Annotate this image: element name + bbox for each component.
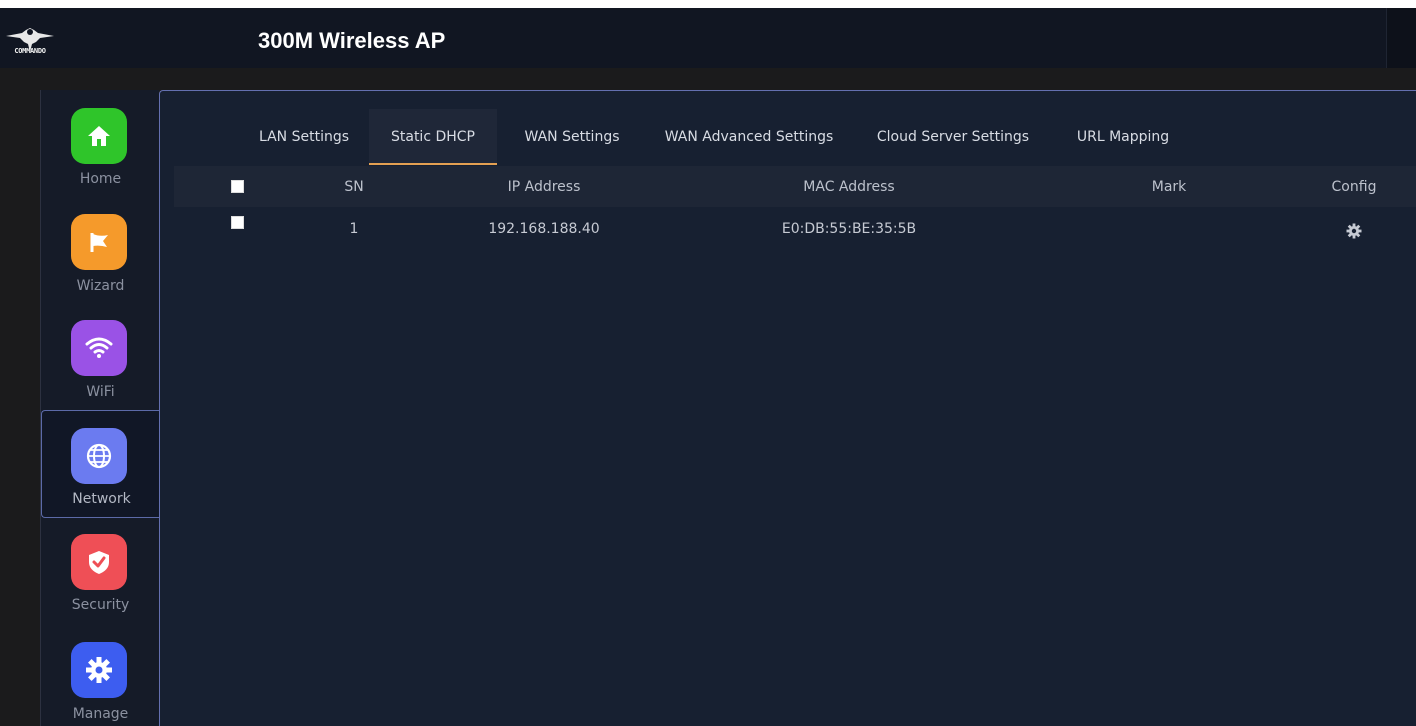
globe-icon: [71, 428, 127, 484]
wifi-icon: [71, 320, 127, 376]
tab-lan-settings[interactable]: LAN Settings: [246, 109, 362, 165]
tab-bar: LAN Settings Static DHCP WAN Settings WA…: [176, 109, 1416, 165]
column-header-mark: Mark: [1151, 178, 1187, 195]
tab-wan-settings[interactable]: WAN Settings: [516, 109, 628, 165]
sidebar-item-manage[interactable]: Manage: [41, 622, 160, 726]
column-header-mac: MAC Address: [803, 178, 895, 195]
page-title: 300M Wireless AP: [258, 28, 446, 53]
sidebar-item-label: Wizard: [76, 278, 125, 294]
main-panel: LAN Settings Static DHCP WAN Settings WA…: [159, 90, 1416, 726]
sidebar-item-label: Home: [79, 171, 122, 187]
gear-icon[interactable]: [1344, 221, 1364, 241]
app-header: COMMANDO 300M Wireless AP: [0, 8, 1416, 68]
sidebar-item-label: Manage: [72, 706, 129, 722]
column-header-config: Config: [1331, 178, 1377, 195]
sidebar-item-wifi[interactable]: WiFi: [41, 302, 160, 408]
sidebar-item-label: WiFi: [86, 384, 115, 400]
sidebar-item-wizard[interactable]: Wizard: [41, 196, 160, 302]
header-edge: [1386, 8, 1416, 68]
row-select-cell: [222, 202, 252, 243]
tab-url-mapping[interactable]: URL Mapping: [1068, 109, 1178, 165]
cell-sn: 1: [349, 220, 359, 237]
sidebar-item-network[interactable]: Network: [41, 410, 160, 518]
top-border: [0, 0, 1416, 8]
commando-logo-icon: [6, 28, 54, 52]
shield-icon: [71, 534, 127, 590]
select-all-checkbox[interactable]: [230, 180, 244, 193]
flag-icon: [71, 214, 127, 270]
sidebar-item-security[interactable]: Security: [41, 518, 160, 624]
logo-text: COMMANDO: [14, 47, 46, 55]
sidebar-item-home[interactable]: Home: [41, 90, 160, 196]
sidebar-item-label: Network: [72, 491, 131, 507]
cell-mark: [1124, 208, 1214, 249]
gear-icon: [71, 642, 127, 698]
row-checkbox[interactable]: [230, 216, 244, 229]
table-row: 1 192.168.188.40 E0:DB:55:BE:35:5B: [174, 210, 1416, 251]
tab-static-dhcp[interactable]: Static DHCP: [369, 109, 497, 165]
tab-cloud-server-settings[interactable]: Cloud Server Settings: [870, 109, 1036, 165]
home-icon: [71, 108, 127, 164]
table-header: SN IP Address MAC Address Mark Config: [174, 166, 1416, 207]
cell-mac: E0:DB:55:BE:35:5B: [781, 220, 917, 237]
sidebar-item-label: Security: [71, 597, 130, 613]
column-header-sn: SN: [344, 178, 364, 195]
select-all-cell: [222, 166, 252, 207]
column-header-ip: IP Address: [507, 178, 581, 195]
cell-config: [1314, 210, 1394, 251]
cell-ip: 192.168.188.40: [488, 220, 600, 237]
sidebar: Home Wizard WiFi Network Security Manage: [40, 90, 160, 726]
tab-wan-advanced-settings[interactable]: WAN Advanced Settings: [660, 109, 838, 165]
header-band: [0, 68, 1416, 90]
